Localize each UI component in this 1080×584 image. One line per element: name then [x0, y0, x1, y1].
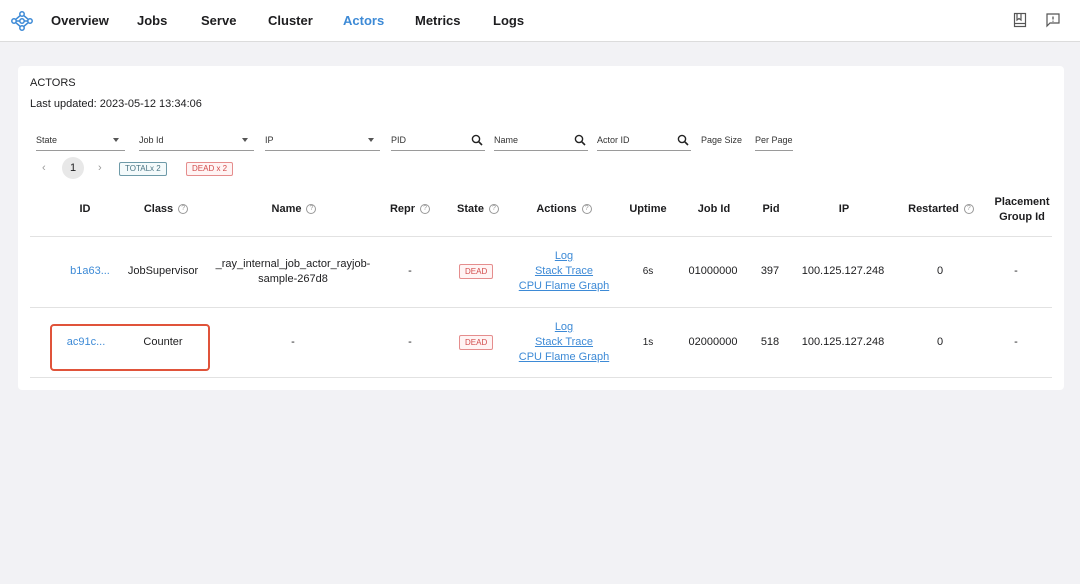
column-header-job-id: Job Id — [697, 203, 731, 215]
actor-name: _ray_internal_job_actor_rayjob- sample-2… — [213, 257, 373, 287]
name-filter-label: Name — [494, 135, 519, 145]
nav-serve[interactable]: Serve — [201, 13, 236, 28]
column-header-class-label: Class — [143, 203, 174, 215]
header-divider — [30, 236, 1052, 237]
actor-repr: - — [408, 336, 412, 348]
actor-restarted: 0 — [936, 265, 944, 277]
search-icon[interactable] — [574, 134, 586, 146]
help-icon[interactable]: ? — [420, 204, 431, 215]
prev-page-icon[interactable]: ‹ — [42, 162, 46, 174]
job-id-filter-label: Job Id — [139, 135, 164, 145]
column-header-placement-group-id: Placement Group Id — [991, 195, 1053, 225]
book-icon[interactable] — [1012, 12, 1028, 28]
row-divider — [30, 377, 1052, 378]
column-header-pid: Pid — [762, 203, 780, 215]
actor-job-id: 02000000 — [688, 336, 738, 348]
job-id-filter[interactable]: Job Id — [139, 132, 254, 151]
help-icon[interactable]: ? — [306, 204, 317, 215]
actor-name: - — [291, 336, 295, 348]
actor-ip: 100.125.127.248 — [801, 336, 885, 348]
search-icon[interactable] — [677, 134, 689, 146]
pid-filter-label: PID — [391, 135, 407, 145]
column-header-ip: IP — [838, 203, 850, 215]
log-link[interactable]: Log — [514, 321, 614, 333]
name-search-input[interactable]: Name — [494, 132, 588, 151]
column-header-state-label: State — [457, 203, 484, 215]
page-size-label: Page Size — [701, 135, 743, 145]
actor-restarted: 0 — [936, 336, 944, 348]
nav-logs[interactable]: Logs — [493, 13, 524, 28]
actor-ip: 100.125.127.248 — [801, 265, 885, 277]
card-title: ACTORS — [30, 77, 76, 89]
help-icon[interactable]: ? — [488, 204, 499, 215]
actor-class: JobSupervisor — [127, 265, 199, 277]
actor-placement-group-id: - — [1014, 336, 1018, 348]
actor-id-link[interactable]: b1a63... — [60, 265, 120, 277]
nav-overview[interactable]: Overview — [51, 13, 109, 28]
column-header-placement-line2: Group Id — [999, 211, 1045, 223]
ray-logo-icon[interactable] — [11, 11, 33, 31]
help-icon[interactable]: ? — [581, 204, 592, 215]
actor-repr: - — [408, 265, 412, 277]
per-page-input[interactable]: Per Page — [755, 132, 793, 151]
actor-name-line1: _ray_internal_job_actor_rayjob- — [215, 258, 371, 270]
column-header-state[interactable]: State? — [453, 203, 503, 215]
total-count-badge[interactable]: TOTALx 2 — [119, 162, 167, 176]
state-filter[interactable]: State — [36, 132, 125, 151]
nav-actors[interactable]: Actors — [343, 13, 384, 28]
highlight-box — [50, 324, 210, 371]
actor-uptime: 1s — [642, 337, 654, 348]
next-page-icon[interactable]: › — [98, 162, 102, 174]
actor-name-line2: sample-267d8 — [258, 273, 328, 285]
nav-jobs[interactable]: Jobs — [137, 13, 167, 28]
actor-uptime: 6s — [642, 266, 654, 277]
last-updated-text: Last updated: 2023-05-12 13:34:06 — [30, 98, 202, 110]
top-nav-bar: Overview Jobs Serve Cluster Actors Metri… — [0, 0, 1080, 42]
column-header-repr-label: Repr — [389, 203, 416, 215]
nav-metrics[interactable]: Metrics — [415, 13, 461, 28]
ip-filter[interactable]: IP — [265, 132, 380, 151]
feedback-icon[interactable] — [1045, 12, 1061, 28]
column-header-repr[interactable]: Repr? — [387, 203, 433, 215]
nav-cluster[interactable]: Cluster — [268, 13, 313, 28]
cpu-flame-graph-link[interactable]: CPU Flame Graph — [514, 280, 614, 292]
column-header-actions-label: Actions — [536, 203, 577, 215]
actor-pid: 397 — [760, 265, 780, 277]
actor-pid: 518 — [760, 336, 780, 348]
chevron-down-icon — [242, 138, 248, 142]
column-header-placement-line1: Placement — [994, 196, 1050, 208]
stack-trace-link[interactable]: Stack Trace — [514, 265, 614, 277]
help-icon[interactable]: ? — [963, 204, 974, 215]
column-header-actions[interactable]: Actions? — [533, 203, 595, 215]
chevron-down-icon — [113, 138, 119, 142]
state-badge: DEAD — [459, 335, 494, 350]
current-page-button[interactable]: 1 — [62, 157, 84, 179]
log-link[interactable]: Log — [514, 250, 614, 262]
cpu-flame-graph-link[interactable]: CPU Flame Graph — [514, 351, 614, 363]
column-header-id: ID — [79, 203, 91, 215]
column-header-restarted[interactable]: Restarted? — [906, 203, 976, 215]
column-header-class[interactable]: Class? — [136, 203, 196, 215]
column-header-name[interactable]: Name? — [266, 203, 322, 215]
chevron-down-icon — [368, 138, 374, 142]
dead-count-badge[interactable]: DEAD x 2 — [186, 162, 234, 176]
state-badge: DEAD — [459, 264, 494, 279]
search-icon[interactable] — [471, 134, 483, 146]
actor-placement-group-id: - — [1014, 265, 1018, 277]
help-icon[interactable]: ? — [178, 204, 189, 215]
row-divider — [30, 307, 1052, 308]
stack-trace-link[interactable]: Stack Trace — [514, 336, 614, 348]
pid-search-input[interactable]: PID — [391, 132, 485, 151]
actor-id-search-input[interactable]: Actor ID — [597, 132, 691, 151]
column-header-restarted-label: Restarted — [908, 203, 959, 215]
ip-filter-label: IP — [265, 135, 274, 145]
actor-id-filter-label: Actor ID — [597, 135, 630, 145]
column-header-uptime: Uptime — [629, 203, 667, 215]
column-header-name-label: Name — [271, 203, 302, 215]
actor-job-id: 01000000 — [688, 265, 738, 277]
state-filter-label: State — [36, 135, 58, 145]
